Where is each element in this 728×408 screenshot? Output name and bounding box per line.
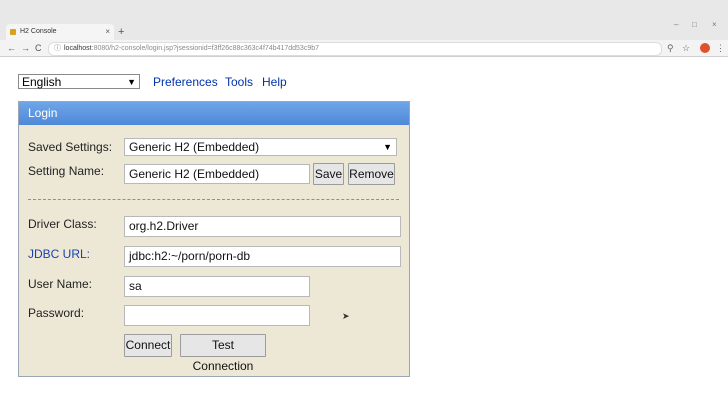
info-icon: ⓘ bbox=[54, 45, 61, 52]
address-bar[interactable]: ⓘ localhost:8080/h2-console/login.jsp?js… bbox=[48, 42, 662, 56]
remove-button[interactable]: Remove bbox=[348, 163, 395, 185]
dropdown-arrow-icon: ▼ bbox=[383, 142, 392, 152]
saved-settings-value: Generic H2 (Embedded) bbox=[129, 140, 260, 154]
language-select[interactable]: English ▼ bbox=[18, 74, 140, 89]
browser-titlebar: H2 Console × + – □ × bbox=[0, 0, 728, 40]
tab-close-icon[interactable]: × bbox=[105, 24, 110, 40]
tab-title: H2 Console bbox=[20, 28, 57, 35]
close-window-icon[interactable]: × bbox=[712, 20, 717, 29]
divider bbox=[28, 199, 399, 200]
driver-class-input[interactable]: org.h2.Driver bbox=[124, 216, 401, 237]
saved-settings-select[interactable]: Generic H2 (Embedded) ▼ bbox=[124, 138, 397, 156]
forward-icon[interactable]: → bbox=[21, 42, 30, 54]
password-input[interactable] bbox=[124, 305, 310, 326]
language-select-value: English bbox=[22, 75, 62, 89]
page-content: English ▼ Preferences Tools Help Login S… bbox=[0, 57, 728, 408]
connect-button[interactable]: Connect bbox=[124, 334, 172, 357]
setting-name-input[interactable]: Generic H2 (Embedded) bbox=[124, 164, 310, 184]
jdbc-url-input[interactable]: jdbc:h2:~/porn/porn-db bbox=[124, 246, 401, 267]
tools-link[interactable]: Tools bbox=[225, 75, 253, 89]
zoom-icon[interactable]: ⚲ bbox=[667, 42, 674, 54]
login-panel: Login Saved Settings: Generic H2 (Embedd… bbox=[18, 101, 410, 377]
jdbc-url-label: JDBC URL: bbox=[28, 247, 91, 261]
h2-favicon-icon bbox=[10, 29, 16, 35]
reload-icon[interactable]: C bbox=[35, 42, 42, 54]
menu-icon[interactable]: ⋮ bbox=[716, 42, 725, 54]
saved-settings-label: Saved Settings: bbox=[28, 140, 113, 154]
user-name-label: User Name: bbox=[28, 277, 93, 291]
new-tab-button[interactable]: + bbox=[118, 24, 124, 40]
profile-avatar-icon[interactable] bbox=[700, 43, 710, 53]
minimize-icon[interactable]: – bbox=[674, 20, 678, 29]
save-button[interactable]: Save bbox=[313, 163, 344, 185]
browser-toolbar: ← → C ⓘ localhost:8080/h2-console/login.… bbox=[0, 40, 728, 57]
test-connection-button[interactable]: Test Connection bbox=[180, 334, 266, 373]
bookmark-star-icon[interactable]: ☆ bbox=[682, 42, 690, 54]
maximize-icon[interactable]: □ bbox=[692, 20, 697, 29]
user-name-input[interactable]: sa bbox=[124, 276, 310, 297]
setting-name-label: Setting Name: bbox=[28, 164, 105, 178]
driver-class-label: Driver Class: bbox=[28, 217, 97, 231]
password-label: Password: bbox=[28, 306, 85, 320]
dropdown-arrow-icon: ▼ bbox=[127, 77, 136, 87]
login-header: Login bbox=[19, 102, 409, 125]
help-link[interactable]: Help bbox=[262, 75, 287, 89]
mouse-cursor-icon: ➤ bbox=[342, 311, 350, 321]
url-text: localhost:8080/h2-console/login.jsp?jses… bbox=[64, 45, 319, 52]
back-icon[interactable]: ← bbox=[7, 42, 16, 54]
preferences-link[interactable]: Preferences bbox=[153, 75, 218, 89]
browser-tab[interactable]: H2 Console × bbox=[6, 24, 114, 40]
